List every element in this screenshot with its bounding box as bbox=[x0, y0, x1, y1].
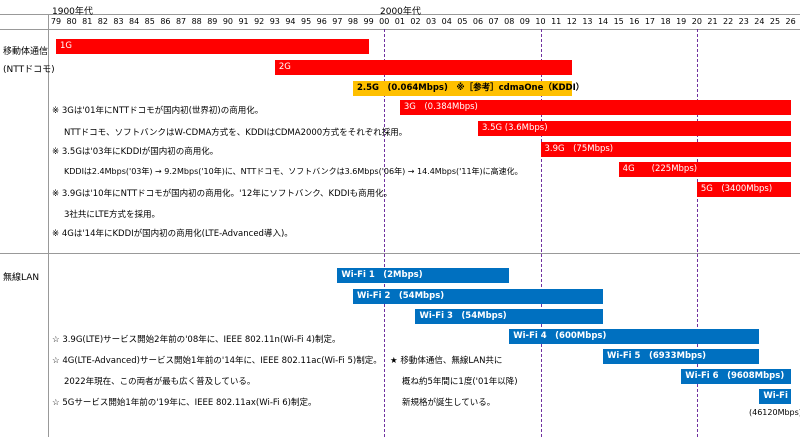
year-tick-label: 88 bbox=[191, 17, 202, 26]
mobile-note-3g-methods: NTTドコモ、ソフトバンクはW-CDMA方式を、KDDIはCDMA2000方式を… bbox=[64, 128, 408, 138]
year-tick-label: 12 bbox=[566, 17, 577, 26]
year-tick-label: 95 bbox=[300, 17, 312, 26]
year-tick-label: 92 bbox=[254, 17, 265, 26]
mobile-note-3g: ※ 3Gは'01年にNTTドコモが国内初(世界初)の商用化。 bbox=[52, 106, 264, 116]
year-tick-label: 94 bbox=[285, 17, 296, 26]
year-tick-label: 86 bbox=[160, 17, 171, 26]
year-tick-label: 14 bbox=[597, 17, 609, 26]
wifi-generation-bar: Wi-Fi 3 (54Mbps) bbox=[415, 309, 604, 324]
year-tick-label: 16 bbox=[629, 17, 640, 26]
year-tick-label: 82 bbox=[97, 17, 108, 26]
mobile-generation-bar: 5G (3400Mbps) bbox=[696, 182, 791, 197]
year-tick-label: 97 bbox=[332, 17, 343, 26]
wifi-generation-bar: Wi-Fi 1 (2Mbps) bbox=[337, 268, 510, 283]
year-tick-label: 04 bbox=[441, 17, 452, 26]
era-label-2000s: 2000年代 bbox=[380, 7, 421, 17]
year-tick-label: 18 bbox=[660, 17, 671, 26]
year-tick-label: 85 bbox=[144, 17, 155, 26]
year-tick-label: 05 bbox=[457, 17, 468, 26]
year-tick-label: 80 bbox=[66, 17, 77, 26]
year-tick-label: 19 bbox=[676, 17, 687, 26]
wifi-generation-bar: Wi-Fi 2 (54Mbps) bbox=[352, 289, 604, 304]
year-tick-label: 17 bbox=[644, 17, 656, 26]
year-tick-label: 02 bbox=[410, 17, 421, 26]
label-column-divider bbox=[48, 14, 49, 437]
mobile-generation-bar: 3.9G (75Mbps) bbox=[540, 142, 791, 157]
wifi-note-wifi4: ☆ 3.9G(LTE)サービス開始2年前の'08年に、IEEE 802.11n(… bbox=[52, 335, 341, 345]
year-tick-label: 81 bbox=[82, 17, 93, 26]
mobile-note-lte: 3社共にLTE方式を採用。 bbox=[64, 210, 161, 220]
year-tick-label: 93 bbox=[269, 17, 280, 26]
year-tick-label: 08 bbox=[504, 17, 515, 26]
section-label-mobile: 移動体通信 bbox=[3, 47, 49, 57]
center-note-new-standard: 新規格が誕生している。 bbox=[402, 398, 496, 408]
wifi-note-wifi6: ☆ 5Gサービス開始1年前の'19年に、IEEE 802.11ax(Wi-Fi … bbox=[52, 398, 317, 408]
center-note-interval: 概ね約5年間に1度('01年以降) bbox=[402, 377, 518, 387]
mobile-generation-bar: 1G bbox=[56, 39, 369, 54]
year-tick-label: 22 bbox=[722, 17, 734, 26]
wifi7-rate-label: (46120Mbps) bbox=[749, 408, 800, 417]
year-tick-label: 23 bbox=[738, 17, 749, 26]
mobile-generation-bar: 4G (225Mbps) bbox=[618, 162, 791, 177]
year-tick-label: 00 bbox=[379, 17, 390, 26]
timeline-chart: 1900年代 2000年代 79 80 81 82 83 84 85 86 87 88 89 90 91… bbox=[0, 0, 800, 437]
mobile-note-3-9g: ※ 3.9Gは'10年にNTTドコモが国内初の商用化。'12年にソフトバンク、K… bbox=[52, 189, 393, 199]
year-tick-label: 96 bbox=[316, 17, 327, 26]
mobile-generation-bar: 2.5G (0.064Mbps) ※［参考］cdmaOne（KDDI） bbox=[352, 81, 584, 96]
year-tick-label: 07 bbox=[488, 17, 499, 26]
year-tick-label: 84 bbox=[129, 17, 140, 26]
year-tick-label: 79 bbox=[50, 17, 62, 26]
year-tick-label: 01 bbox=[394, 17, 405, 26]
year-tick-label: 24 bbox=[754, 17, 765, 26]
year-tick-label: 11 bbox=[551, 17, 562, 26]
year-tick-label: 03 bbox=[426, 17, 437, 26]
mobile-generation-bar: 3.5G (3.6Mbps) bbox=[478, 121, 791, 136]
year-tick-label: 25 bbox=[769, 17, 781, 26]
year-tick-label: 13 bbox=[582, 17, 593, 26]
year-tick-label: 99 bbox=[363, 17, 374, 26]
center-note-title: ★ 移動体通信、無線LAN共に bbox=[390, 356, 503, 366]
year-tick-label: 21 bbox=[707, 17, 718, 26]
year-tick-label: 06 bbox=[472, 17, 484, 26]
section-divider bbox=[0, 253, 800, 254]
wifi-generation-bar: Wi-Fi 4 (600Mbps) bbox=[509, 329, 760, 344]
mobile-note-4g: ※ 4Gは'14年にKDDIが国内初の商用化(LTE-Advanced導入)。 bbox=[52, 229, 293, 239]
section-label-wifi: 無線LAN bbox=[3, 273, 40, 283]
year-tick-label: 26 bbox=[785, 17, 796, 26]
year-row-divider bbox=[0, 29, 800, 30]
era-label-1900s: 1900年代 bbox=[52, 7, 93, 17]
year-tick-label: 98 bbox=[347, 17, 359, 26]
year-tick-label: 20 bbox=[691, 17, 702, 26]
wifi-generation-bar: Wi-Fi 5 (6933Mbps) bbox=[603, 349, 760, 364]
year-tick-label: 09 bbox=[519, 17, 530, 26]
year-tick-label: 89 bbox=[207, 17, 218, 26]
mobile-generation-bar: 3G (0.384Mbps) bbox=[399, 100, 791, 115]
wifi-generation-bar: Wi-Fi 7 bbox=[759, 389, 797, 404]
year-tick-label: 15 bbox=[613, 17, 624, 26]
year-tick-label: 83 bbox=[113, 17, 124, 26]
mobile-note-3-5g-speed: KDDIは2.4Mbps('03年) → 9.2Mbps('10年)に、NTTド… bbox=[64, 167, 523, 176]
section-label-docomo: (NTTドコモ) bbox=[3, 65, 55, 75]
year-tick-label: 87 bbox=[175, 17, 187, 26]
mobile-note-3-5g: ※ 3.5Gは'03年にKDDIが国内初の商用化。 bbox=[52, 147, 219, 157]
wifi-generation-bar: Wi-Fi 6 (9608Mbps) bbox=[681, 369, 791, 384]
wifi-note-adoption: 2022年現在、この両者が最も広く普及している。 bbox=[64, 377, 256, 387]
year-tick-label: 91 bbox=[238, 17, 249, 26]
wifi-note-wifi5: ☆ 4G(LTE-Advanced)サービス開始1年前の'14年に、IEEE 8… bbox=[52, 356, 382, 366]
year-tick-label: 90 bbox=[222, 17, 234, 26]
mobile-generation-bar: 2G bbox=[274, 60, 572, 75]
year-tick-label: 10 bbox=[535, 17, 546, 26]
